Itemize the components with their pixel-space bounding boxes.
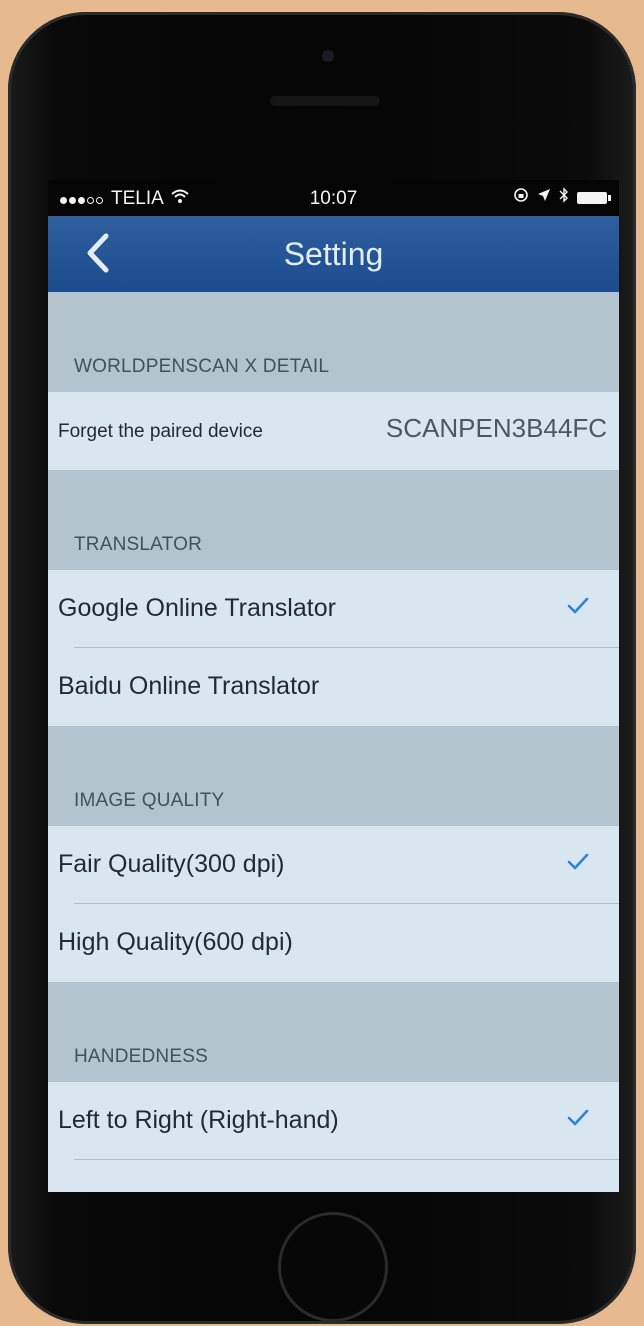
row-label: High Quality(600 dpi) [58,928,293,956]
option-left-to-right-right-hand[interactable]: Left to Right (Right-hand) [48,1082,619,1160]
checkmark-icon [567,597,589,620]
status-right [513,187,611,208]
option-google-translator[interactable]: Google Online Translator [48,570,619,648]
row-label: Fair Quality(300 dpi) [58,850,285,878]
row-label: Google Online Translator [58,594,336,622]
battery-icon [577,191,611,204]
status-bar: TELIA 10:07 [48,180,619,216]
section-header-image-quality: IMAGE QUALITY [48,726,619,826]
navigation-bar: Setting [48,216,619,292]
section-header-device-detail: WORLDPENSCAN X DETAIL [48,292,619,392]
front-camera [322,50,334,62]
home-button[interactable] [278,1212,388,1322]
section-header-label: WORLDPENSCAN X DETAIL [74,356,330,377]
location-arrow-icon [537,188,551,207]
bluetooth-icon [559,187,569,208]
row-label: Left to Right (Right-hand) [58,1106,339,1134]
row-label: Forget the paired device [58,421,263,442]
option-fair-quality[interactable]: Fair Quality(300 dpi) [48,826,619,904]
section-header-label: HANDEDNESS [74,1046,208,1067]
row-label: Baidu Online Translator [58,672,320,700]
paired-device-name: SCANPEN3B44FC [385,413,607,443]
forget-paired-device-row[interactable]: Forget the paired device SCANPEN3B44FC [48,392,619,470]
section-header-label: TRANSLATOR [74,534,202,555]
section-header-handedness: HANDEDNESS [48,982,619,1082]
phone-frame: TELIA 10:07 Setting WORLDPENSCAN X DETAI… [8,12,636,1324]
option-high-quality[interactable]: High Quality(600 dpi) [48,904,619,982]
checkmark-icon [567,853,589,876]
app-screen: TELIA 10:07 Setting WORLDPENSCAN X DETAI… [48,180,619,1192]
section-header-translator: TRANSLATOR [48,470,619,570]
checkmark-icon [567,1109,589,1132]
option-partially-visible[interactable] [48,1160,619,1192]
page-title: Setting [283,236,384,272]
section-header-label: IMAGE QUALITY [74,790,225,811]
settings-list: WORLDPENSCAN X DETAIL Forget the paired … [48,292,619,1192]
option-baidu-translator[interactable]: Baidu Online Translator [48,648,619,726]
rotation-lock-icon [513,187,529,208]
earpiece-speaker [270,96,380,106]
